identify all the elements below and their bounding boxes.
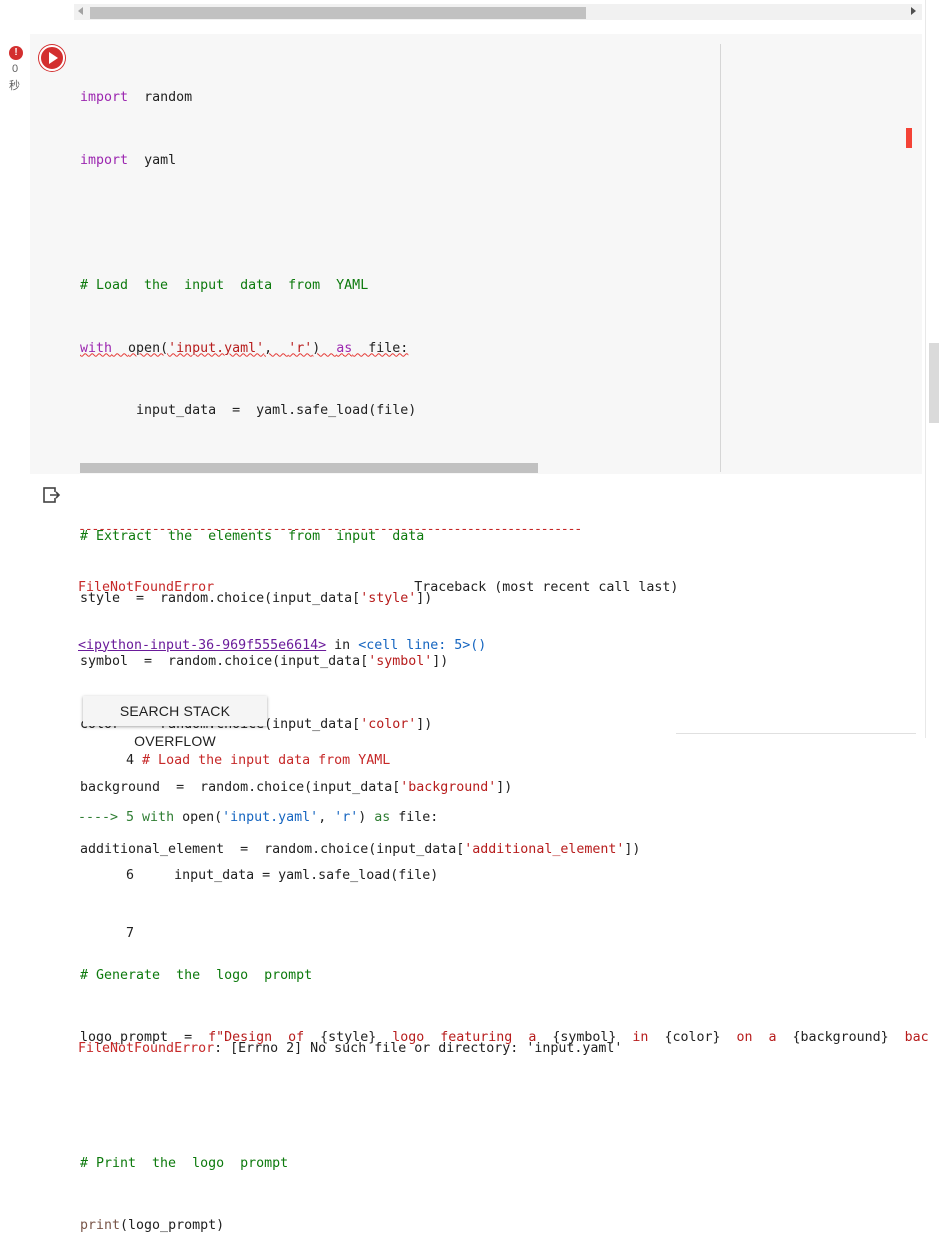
output-line: FileNotFoundError Traceback (most recent… — [78, 580, 679, 595]
code-line: # Print the logo prompt — [80, 1155, 289, 1171]
error-status-icon: ! — [9, 46, 23, 60]
traceback-input-link[interactable]: <ipython-input-36-969f555e6614> — [78, 638, 326, 653]
search-stack-overflow-button[interactable]: SEARCH STACK OVERFLOW — [83, 696, 267, 749]
output-separator: ----------------------------------------… — [78, 522, 582, 538]
scroll-right-arrow-icon[interactable] — [911, 7, 916, 15]
output-line: FileNotFoundError: [Errno 2] No such fil… — [78, 1040, 623, 1056]
code-line: input_data = yaml.safe_load(file) — [80, 403, 417, 419]
output-redirect-icon[interactable] — [43, 487, 61, 503]
top-horizontal-scrollbar[interactable] — [74, 4, 922, 20]
code-line: print(logo_prompt) — [80, 1218, 225, 1234]
error-marker — [906, 128, 912, 148]
page-scrollbar-thumb[interactable] — [929, 343, 939, 423]
divider — [676, 733, 916, 734]
execution-time-unit: 秒 — [9, 79, 20, 92]
code-line: import random — [80, 89, 193, 105]
code-line: # Load the input data from YAML — [80, 277, 369, 293]
output-line: 6 input_data = yaml.safe_load(file) — [78, 867, 439, 883]
code-horizontal-scrollbar[interactable] — [80, 463, 538, 473]
execution-count: 0 — [12, 63, 19, 75]
output-line: ----> 5 with open('input.yaml', 'r') as … — [78, 810, 439, 826]
output-line: 7 — [78, 925, 135, 941]
run-cell-button[interactable] — [39, 45, 65, 71]
scroll-left-arrow-icon[interactable] — [78, 7, 83, 15]
output-line: <ipython-input-36-969f555e6614> in <cell… — [78, 637, 487, 653]
cell-output: ----------------------------------------… — [78, 482, 678, 1077]
top-scrollbar-thumb[interactable] — [90, 7, 586, 19]
code-line: with open('input.yaml', 'r') as file: — [80, 340, 409, 356]
code-line: import yaml — [80, 152, 177, 168]
